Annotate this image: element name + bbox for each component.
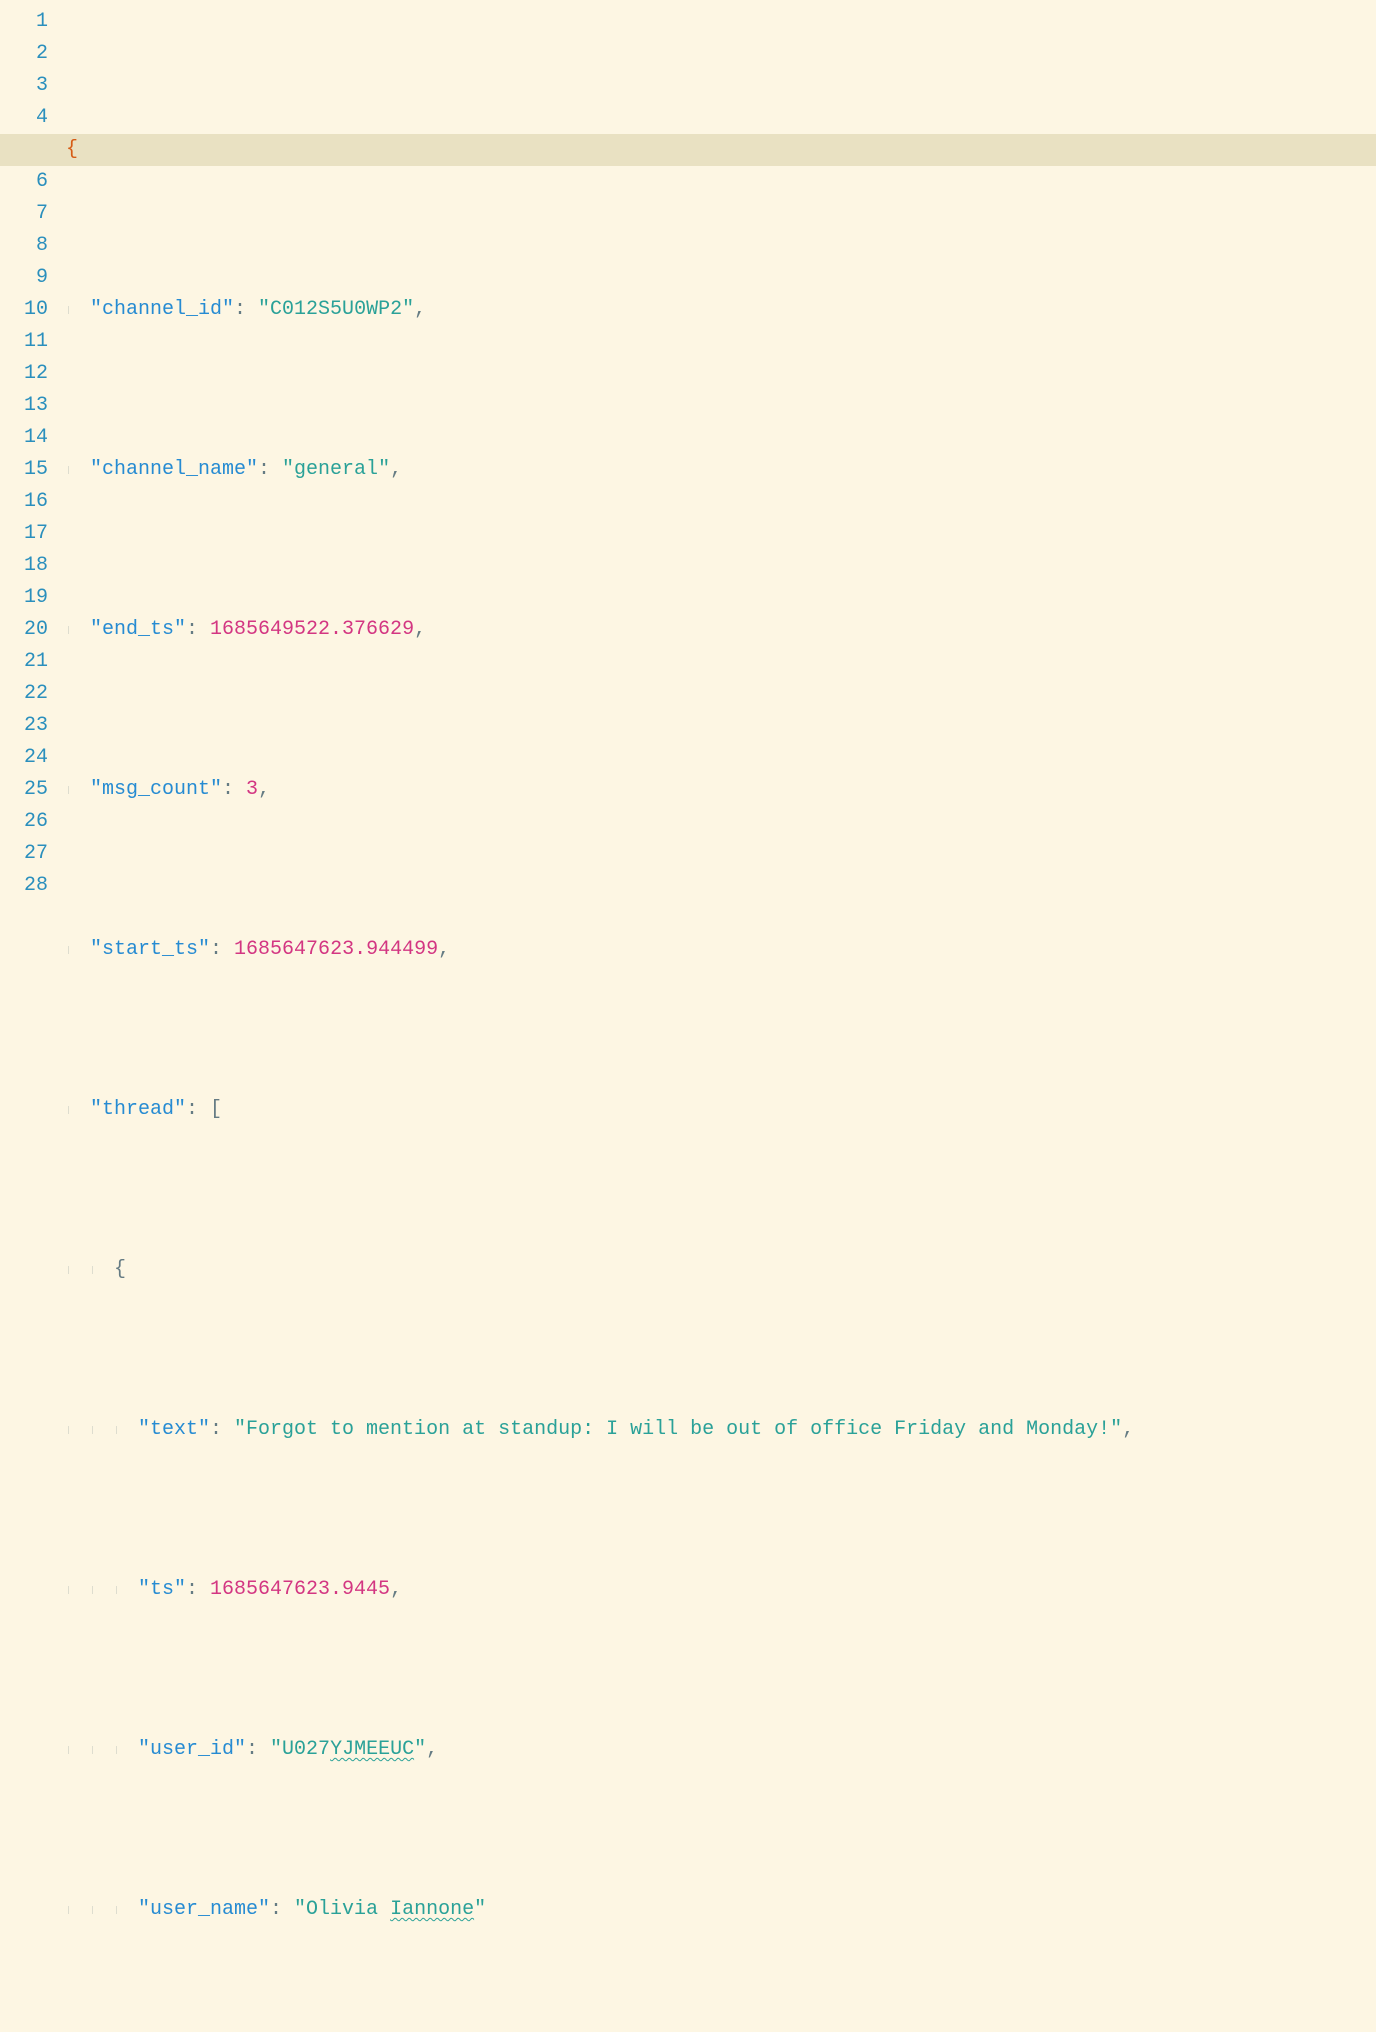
json-key: "thread"	[90, 1094, 186, 1126]
json-string: "general"	[282, 454, 390, 486]
spellcheck-squiggle: Iannone	[390, 1894, 474, 1926]
line-number: 12	[0, 358, 48, 390]
code-line[interactable]: "text": "Forgot to mention at standup: I…	[66, 1414, 1376, 1446]
code-line[interactable]: "msg_count": 3,	[66, 774, 1376, 806]
code-line[interactable]: "start_ts": 1685647623.944499,	[66, 934, 1376, 966]
json-key: "start_ts"	[90, 934, 210, 966]
json-number: 1685647623.9445	[210, 1574, 390, 1606]
code-editor[interactable]: 1 2 3 4 5 6 7 8 9 10 11 12 13 14 15 16 1…	[0, 0, 1376, 1016]
line-number: 27	[0, 838, 48, 870]
line-number: 2	[0, 38, 48, 70]
code-line[interactable]: "end_ts": 1685649522.376629,	[66, 614, 1376, 646]
spellcheck-squiggle: YJMEEUC	[330, 1734, 414, 1766]
json-key: "text"	[138, 1414, 210, 1446]
json-key: "channel_name"	[90, 454, 258, 486]
line-number: 24	[0, 742, 48, 774]
line-number: 7	[0, 198, 48, 230]
line-number: 17	[0, 518, 48, 550]
line-number: 22	[0, 678, 48, 710]
json-key: "end_ts"	[90, 614, 186, 646]
json-key: "ts"	[138, 1574, 186, 1606]
line-number: 16	[0, 486, 48, 518]
line-number: 11	[0, 326, 48, 358]
json-string: "Olivia	[294, 1894, 390, 1926]
line-number: 20	[0, 614, 48, 646]
line-number: 6	[0, 166, 48, 198]
line-number: 18	[0, 550, 48, 582]
json-key: "channel_id"	[90, 294, 234, 326]
line-number: 10	[0, 294, 48, 326]
line-number: 26	[0, 806, 48, 838]
line-number: 19	[0, 582, 48, 614]
code-line[interactable]: "ts": 1685647623.9445,	[66, 1574, 1376, 1606]
json-number: 1685649522.376629	[210, 614, 414, 646]
code-line[interactable]: "user_name": "Olivia Iannone"	[66, 1894, 1376, 1926]
json-string: "U027	[270, 1734, 330, 1766]
line-number: 1	[0, 6, 48, 38]
json-key: "user_name"	[138, 1894, 270, 1926]
comma: ,	[414, 294, 426, 326]
open-bracket: [	[210, 1094, 222, 1126]
code-line[interactable]: "channel_id": "C012S5U0WP2",	[66, 294, 1376, 326]
line-number: 23	[0, 710, 48, 742]
code-line[interactable]: {	[66, 1254, 1376, 1286]
line-number: 21	[0, 646, 48, 678]
line-number: 25	[0, 774, 48, 806]
json-key: "msg_count"	[90, 774, 222, 806]
open-brace: {	[114, 1254, 126, 1286]
line-number: 3	[0, 70, 48, 102]
line-number: 4	[0, 102, 48, 134]
colon: :	[234, 294, 258, 326]
line-number: 13	[0, 390, 48, 422]
code-line[interactable]: "thread": [	[66, 1094, 1376, 1126]
code-line[interactable]: "user_id": "U027YJMEEUC",	[66, 1734, 1376, 1766]
line-number: 8	[0, 230, 48, 262]
code-area[interactable]: { "channel_id": "C012S5U0WP2", "channel_…	[66, 0, 1376, 1016]
json-number: 1685647623.944499	[234, 934, 438, 966]
open-brace: {	[66, 134, 78, 166]
code-line[interactable]: "channel_name": "general",	[66, 454, 1376, 486]
code-line[interactable]: {	[66, 134, 1376, 166]
json-string: "Forgot to mention at standup: I will be…	[234, 1414, 1122, 1446]
line-number: 28	[0, 870, 48, 902]
json-string: "C012S5U0WP2"	[258, 294, 414, 326]
line-number: 14	[0, 422, 48, 454]
line-number: 15	[0, 454, 48, 486]
json-key: "user_id"	[138, 1734, 246, 1766]
json-number: 3	[246, 774, 258, 806]
line-number: 9	[0, 262, 48, 294]
